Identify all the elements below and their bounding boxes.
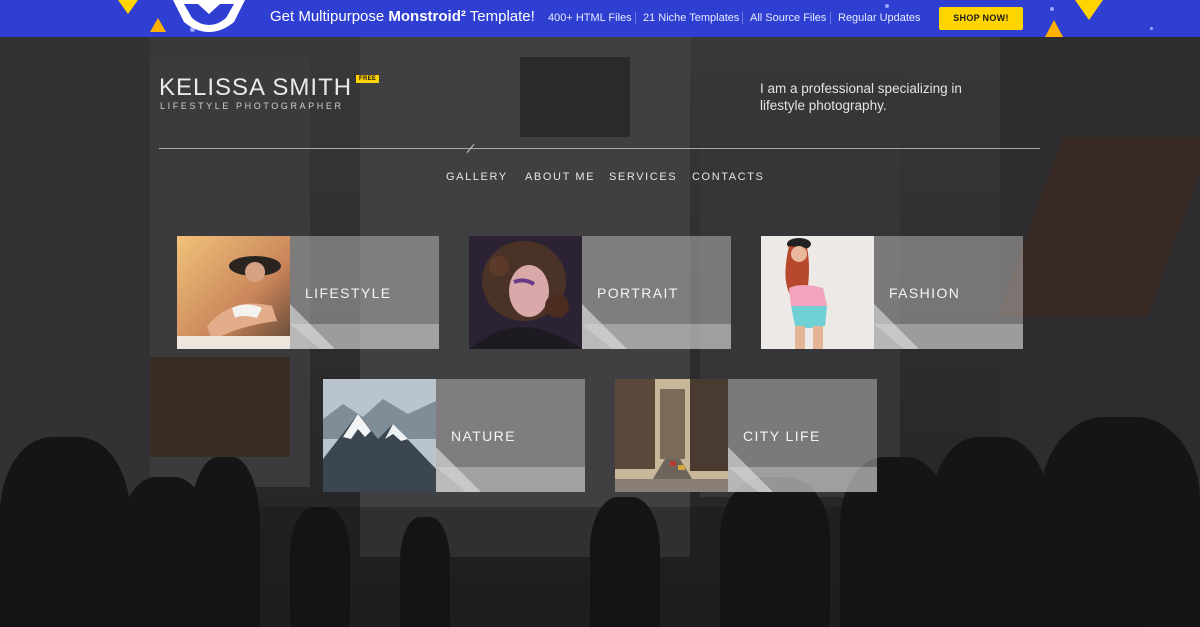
nav-item-gallery[interactable]: GALLERY [446, 171, 508, 183]
promo-feature: 400+ HTML Files [548, 12, 632, 24]
free-badge: FREE [356, 75, 380, 83]
card-label: LIFESTYLE [305, 285, 392, 301]
monstroid-logo-icon [173, 0, 245, 32]
nav-item-contacts[interactable]: CONTACTS [692, 171, 764, 183]
card-label: NATURE [451, 428, 516, 444]
nav-item-about-me[interactable]: ABOUT ME [525, 171, 595, 183]
confetti-dot [885, 4, 889, 8]
promo-divider [742, 12, 743, 24]
street-shadow [0, 507, 1200, 627]
promo-divider [635, 12, 636, 24]
card-label: PORTRAIT [597, 285, 679, 301]
promo-headline-prefix: Get Multipurpose [270, 8, 389, 25]
card-fold-decoration [436, 447, 585, 492]
site-tagline: LIFESTYLE PHOTOGRAPHER [160, 101, 344, 111]
card-fold-decoration [728, 447, 877, 492]
fashion-photo-icon [761, 236, 874, 349]
portrait-photo-icon [469, 236, 582, 349]
site-brand-name[interactable]: KELISSA SMITH [159, 74, 352, 102]
card-fold-decoration [582, 304, 731, 349]
gallery-card-city-life[interactable]: CITY LIFE [615, 379, 877, 492]
gallery-card-portrait[interactable]: PORTRAIT [469, 236, 731, 349]
confetti-dot [1050, 7, 1054, 11]
intro-text: I am a professional specializing in life… [760, 81, 962, 113]
promo-feature: 21 Niche Templates [643, 12, 740, 24]
confetti-decoration [118, 0, 138, 14]
lifestyle-photo-icon [177, 236, 290, 349]
card-label: FASHION [889, 285, 961, 301]
confetti-decoration [1075, 0, 1103, 20]
confetti-dot [1150, 27, 1153, 30]
confetti-decoration [150, 18, 166, 32]
building-window [520, 57, 630, 137]
shop-now-button[interactable]: SHOP NOW! [939, 7, 1023, 30]
city-street-photo-icon [615, 379, 728, 492]
gallery-card-nature[interactable]: NATURE [323, 379, 585, 492]
shop-window [150, 357, 290, 457]
promo-headline: Get Multipurpose Monstroid² Template! [270, 8, 535, 25]
nav-item-services[interactable]: SERVICES [609, 171, 677, 183]
promo-headline-suffix: Template! [465, 8, 535, 25]
promo-divider [830, 12, 831, 24]
mountain-photo-icon [323, 379, 436, 492]
card-label: CITY LIFE [743, 428, 821, 444]
promo-feature: Regular Updates [838, 12, 921, 24]
promo-headline-brand: Monstroid² [388, 8, 466, 25]
promo-feature: All Source Files [750, 12, 827, 24]
card-fold-decoration [874, 304, 1023, 349]
confetti-decoration [1045, 20, 1063, 37]
card-fold-decoration [290, 304, 439, 349]
header-divider [159, 148, 1040, 149]
promo-banner[interactable]: Get Multipurpose Monstroid² Template! 40… [0, 0, 1200, 37]
gallery-card-lifestyle[interactable]: LIFESTYLE [177, 236, 439, 349]
gallery-card-fashion[interactable]: FASHION [761, 236, 1023, 349]
